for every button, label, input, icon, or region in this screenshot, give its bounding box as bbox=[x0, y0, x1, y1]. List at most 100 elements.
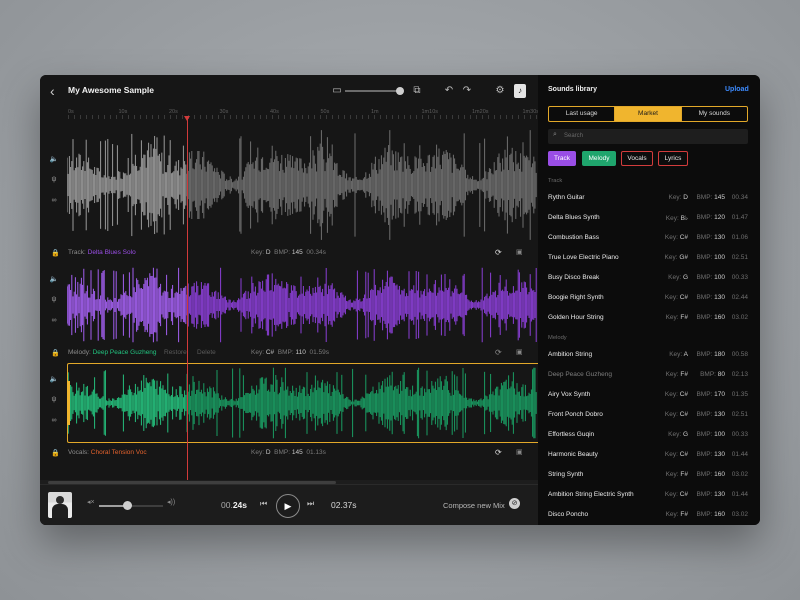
list-item[interactable]: Busy Disco Break Key: G BMP: 100 00.33 bbox=[548, 271, 748, 285]
track-waveform[interactable] bbox=[67, 129, 537, 241]
trash-icon[interactable]: ▣ bbox=[516, 248, 523, 256]
sound-name: String Synth bbox=[548, 471, 584, 478]
selection-handle[interactable] bbox=[67, 381, 70, 425]
editor-panel: ‹ My Awesome Sample ▭ ⧉ ↶ ↷ ⚙ ♪ 0s 10s 20s… bbox=[40, 75, 539, 525]
list-item[interactable]: Golden Hour String Key: F# BMP: 160 03.02 bbox=[548, 311, 748, 325]
lock-icon[interactable]: 🔒 bbox=[51, 249, 60, 257]
loop-icon[interactable]: ⟳ bbox=[495, 248, 502, 257]
restore-button[interactable]: Restore bbox=[164, 349, 187, 356]
tuning-fork-icon[interactable]: ψ bbox=[48, 296, 60, 317]
total-time: 02.37s bbox=[331, 500, 357, 510]
volume-icon[interactable]: 🔈 bbox=[48, 155, 60, 176]
zoom-out-icon[interactable]: ▭ bbox=[330, 84, 344, 98]
music-note-icon[interactable]: ♪ bbox=[514, 84, 526, 98]
list-item[interactable]: Combustion Bass Key: C# BMP: 130 01.06 bbox=[548, 231, 748, 245]
library-tab[interactable]: My sounds bbox=[680, 107, 747, 121]
sound-key: Key: C# bbox=[664, 451, 688, 458]
filter-vocals[interactable]: Vocals bbox=[621, 151, 653, 166]
undo-icon[interactable]: ↶ bbox=[442, 84, 456, 98]
sound-duration: 00.58 bbox=[731, 351, 748, 358]
sound-key: Key: B♭ bbox=[665, 215, 688, 222]
sound-key: Key: C# bbox=[664, 234, 688, 241]
gear-icon[interactable]: ⚙ bbox=[493, 84, 507, 98]
sound-name: Combustion Bass bbox=[548, 234, 599, 241]
link-icon[interactable]: ∞ bbox=[48, 317, 60, 338]
list-item[interactable]: Deep Peace Guzheng Key: F# BMP: 80 02.13 bbox=[548, 368, 748, 382]
delete-button[interactable]: Delete bbox=[197, 349, 216, 356]
playhead[interactable] bbox=[187, 118, 188, 480]
playhead-marker-icon[interactable] bbox=[184, 116, 190, 121]
sound-bmp: BMP: 130 bbox=[696, 491, 725, 498]
sound-duration: 02.13 bbox=[731, 371, 748, 378]
sound-bmp: BMP: 170 bbox=[696, 391, 725, 398]
timeline-ticks bbox=[68, 115, 538, 119]
back-arrow-icon[interactable]: ‹ bbox=[50, 84, 55, 98]
sound-duration: 01.44 bbox=[731, 451, 748, 458]
volume-mute-icon[interactable]: ◂× bbox=[87, 498, 95, 506]
upload-button[interactable]: Upload bbox=[725, 86, 749, 93]
skip-forward-icon[interactable]: ⏭ bbox=[307, 499, 314, 509]
volume-up-icon[interactable]: ◂)) bbox=[167, 498, 175, 506]
play-button[interactable]: ▶ bbox=[276, 494, 300, 518]
tuning-fork-icon[interactable]: ψ bbox=[48, 396, 60, 417]
skip-back-icon[interactable]: ⏮ bbox=[260, 499, 267, 509]
zoom-in-icon[interactable]: ⧉ bbox=[410, 84, 424, 98]
search-icon: ⌕ bbox=[553, 131, 557, 138]
filter-melody[interactable]: Melody bbox=[582, 151, 616, 166]
library-tab[interactable]: Market bbox=[614, 107, 681, 121]
volume-icon[interactable]: 🔈 bbox=[48, 375, 60, 396]
sound-key: Key: C# bbox=[664, 294, 688, 301]
list-item[interactable]: Rythn Guitar Key: D BMP: 145 00.34 bbox=[548, 191, 748, 205]
redo-icon[interactable]: ↷ bbox=[460, 84, 474, 98]
list-item[interactable]: Disco Poncho Key: F# BMP: 160 03.02 bbox=[548, 508, 748, 522]
volume-icon[interactable]: 🔈 bbox=[48, 275, 60, 296]
sound-name: Harmonic Beauty bbox=[548, 451, 598, 458]
sound-bmp: BMP: 100 bbox=[696, 254, 725, 261]
list-item[interactable]: Front Ponch Dobro Key: C# BMP: 130 02.51 bbox=[548, 408, 748, 422]
avatar[interactable] bbox=[48, 492, 72, 518]
list-item[interactable]: Airy Vox Synth Key: C# BMP: 170 01.35 bbox=[548, 388, 748, 402]
compose-new-mix-button[interactable]: Compose new Mix bbox=[443, 501, 505, 510]
list-item[interactable]: True Love Electric Piano Key: G# BMP: 100 0… bbox=[548, 251, 748, 265]
library-tab[interactable]: Last usage bbox=[549, 107, 614, 121]
sound-duration: 01.06 bbox=[731, 234, 748, 241]
melody-waveform[interactable] bbox=[67, 267, 537, 343]
search-input[interactable]: Search bbox=[564, 133, 583, 139]
list-item[interactable]: Ambition String Key: A BMP: 180 00.58 bbox=[548, 348, 748, 362]
list-item[interactable]: Effortless Guqin Key: G BMP: 100 00.33 bbox=[548, 428, 748, 442]
filter-lyrics[interactable]: Lyrics bbox=[658, 151, 688, 166]
link-icon[interactable]: ∞ bbox=[48, 197, 60, 218]
sound-key: Key: C# bbox=[664, 391, 688, 398]
search-box[interactable]: ⌕ Search bbox=[548, 129, 748, 144]
list-item[interactable]: Delta Blues Synth Key: B♭ BMP: 120 01.47 bbox=[548, 211, 748, 225]
sound-key: Key: D bbox=[668, 194, 688, 201]
track-name: Track: Delta Blues Solo bbox=[68, 249, 136, 256]
loop-icon[interactable]: ⟳ bbox=[495, 348, 502, 357]
lock-icon[interactable]: 🔒 bbox=[51, 349, 60, 357]
loop-icon[interactable]: ⟳ bbox=[495, 448, 502, 457]
link-icon[interactable]: ∞ bbox=[48, 417, 60, 438]
volume-knob[interactable] bbox=[123, 501, 132, 510]
sound-key: Key: C# bbox=[664, 491, 688, 498]
list-item[interactable]: String Synth Key: F# BMP: 160 03.02 bbox=[548, 468, 748, 482]
library-tabs: Last usage Market My sounds bbox=[548, 106, 748, 122]
lock-icon[interactable]: 🔒 bbox=[51, 449, 60, 457]
filter-track[interactable]: Track bbox=[548, 151, 576, 166]
sound-duration: 01.44 bbox=[731, 491, 748, 498]
trash-icon[interactable]: ▣ bbox=[516, 448, 523, 456]
sound-duration: 03.02 bbox=[731, 314, 748, 321]
list-item[interactable]: Ambition String Electric Synth Key: C# BMP… bbox=[548, 488, 748, 502]
sound-duration: 00.33 bbox=[731, 431, 748, 438]
zoom-slider[interactable] bbox=[345, 90, 403, 92]
volume-fill bbox=[99, 505, 126, 507]
sound-bmp: BMP: 100 bbox=[696, 274, 725, 281]
list-item[interactable]: Harmonic Beauty Key: C# BMP: 130 01.44 bbox=[548, 448, 748, 462]
trash-icon[interactable]: ▣ bbox=[516, 348, 523, 356]
library-title: Sounds library bbox=[548, 86, 598, 93]
compose-icon[interactable]: ⊘ bbox=[509, 498, 520, 509]
vocals-info-row: 🔒 Vocals: Choral Tension Voc Key: D BMP:… bbox=[40, 446, 538, 460]
zoom-slider-knob[interactable] bbox=[396, 87, 404, 95]
sound-duration: 01.35 bbox=[731, 391, 748, 398]
list-item[interactable]: Boogie Right Synth Key: C# BMP: 130 02.44 bbox=[548, 291, 748, 305]
tuning-fork-icon[interactable]: ψ bbox=[48, 176, 60, 197]
